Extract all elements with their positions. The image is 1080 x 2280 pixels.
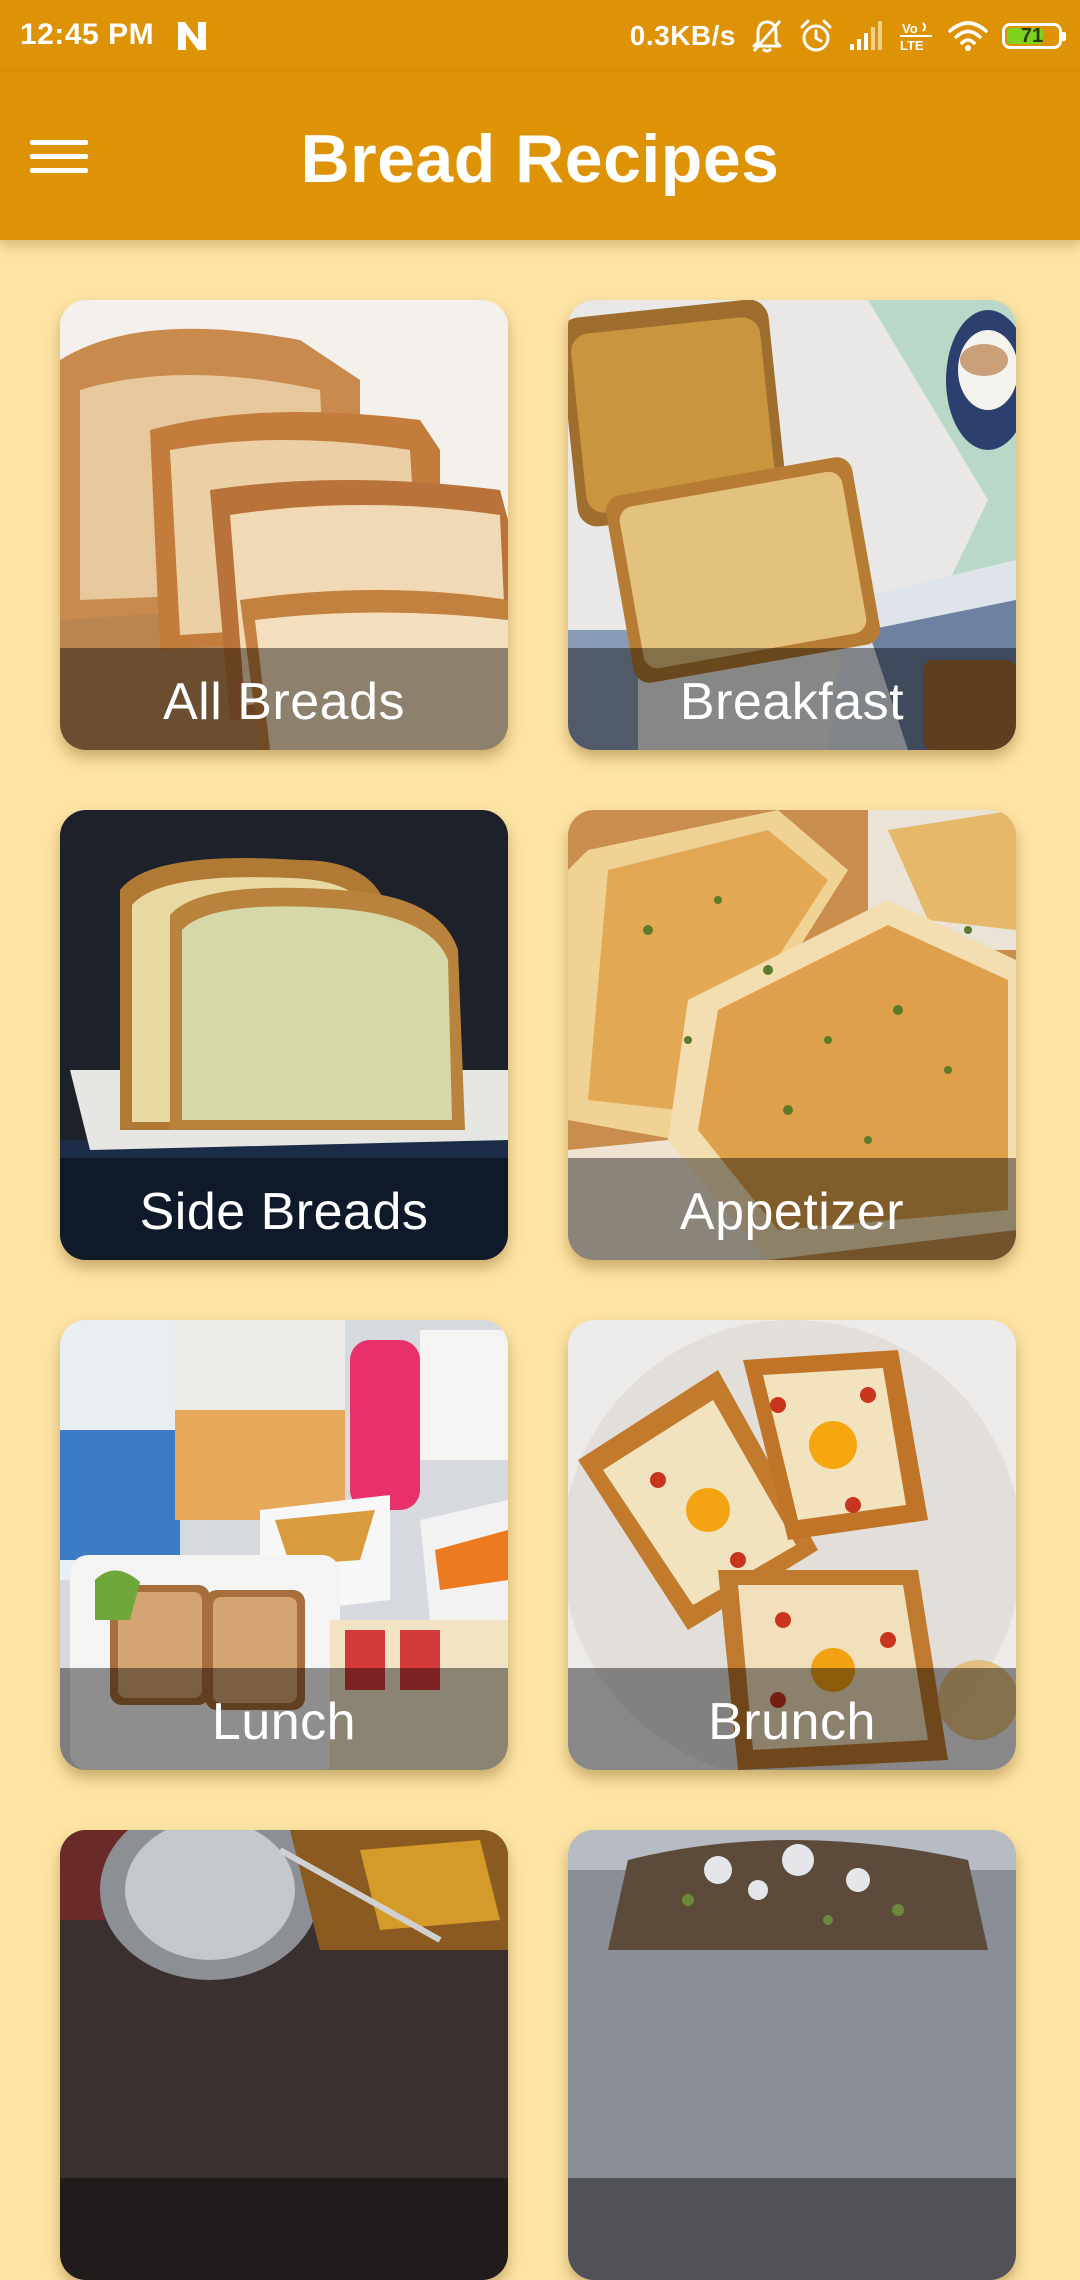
category-card-breakfast[interactable]: Breakfast <box>568 300 1016 750</box>
volte-icon: Vo LTE <box>900 21 932 53</box>
svg-text:LTE: LTE <box>900 38 924 53</box>
app-bar: Bread Recipes <box>0 72 1080 240</box>
category-grid: All Breads Breakfast Side Breads Appetiz… <box>0 240 1080 2280</box>
svg-text:Vo: Vo <box>902 21 918 36</box>
category-label: Appetizer <box>679 1183 905 1241</box>
category-card-appetizer[interactable]: Appetizer <box>568 810 1016 1260</box>
category-label: Lunch <box>211 1693 357 1751</box>
category-label: Breakfast <box>679 673 905 731</box>
category-card-partial-right[interactable] <box>568 1830 1016 2280</box>
app-title: Bread Recipes <box>300 121 780 197</box>
n-notification-icon <box>178 21 206 50</box>
battery-icon: 71 <box>1002 23 1066 49</box>
category-card-side-breads[interactable]: Side Breads <box>60 810 508 1260</box>
alarm-icon <box>800 19 832 52</box>
status-icons: 0.3KB/s Vo LTE 71 <box>629 14 1066 58</box>
category-card-partial-left[interactable] <box>60 1830 508 2280</box>
status-bar: 12:45 PM 0.3KB/s Vo LTE 71 <box>0 0 1080 72</box>
battery-level: 71 <box>1020 24 1044 47</box>
card-label-band <box>568 2178 1016 2280</box>
status-time: 12:45 PM <box>20 18 155 51</box>
category-card-lunch[interactable]: Lunch <box>60 1320 508 1770</box>
category-card-all-breads[interactable]: All Breads <box>60 300 508 750</box>
signal-icon <box>850 21 882 50</box>
category-label: All Breads <box>163 673 405 731</box>
network-speed: 0.3KB/s <box>629 20 736 51</box>
mute-icon <box>752 20 782 53</box>
category-label: Brunch <box>708 1693 876 1751</box>
wifi-icon <box>948 21 988 51</box>
card-label-band <box>60 2178 508 2280</box>
category-card-brunch[interactable]: Brunch <box>568 1320 1016 1770</box>
category-label: Side Breads <box>139 1183 429 1241</box>
